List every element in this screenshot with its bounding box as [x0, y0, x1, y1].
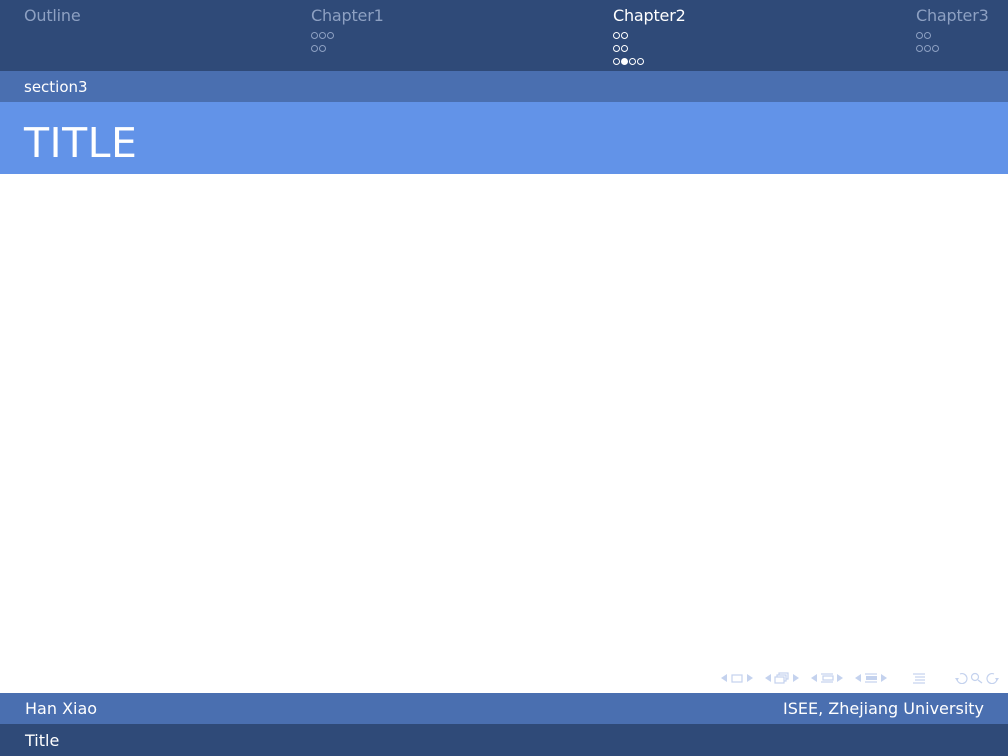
redo-icon[interactable]: [986, 672, 1000, 684]
slide-content: [0, 174, 1008, 667]
frame-dot[interactable]: [311, 32, 318, 39]
document-nav-icon: [913, 673, 925, 684]
frame-dot[interactable]: [924, 45, 931, 52]
headline-navigation: Outline Chapter1 Chapter2 Chapter3: [0, 0, 1008, 71]
undo-icon[interactable]: [954, 672, 968, 684]
frame-dot[interactable]: [916, 32, 923, 39]
subsection-dots: [613, 29, 686, 68]
search-icon[interactable]: [970, 672, 984, 684]
search-nav[interactable]: [954, 672, 1000, 684]
subsection-dot-row: [916, 42, 989, 55]
frame-title: TITLE: [24, 119, 138, 167]
frame-nav-icon: [774, 672, 789, 684]
nav-section-chapter3[interactable]: Chapter3: [916, 7, 989, 55]
subsection-dot-row: [916, 29, 989, 42]
footer-author-bar: Han Xiao ISEE, Zhejiang University: [0, 693, 1008, 724]
subsection-dots: [916, 29, 989, 55]
subsection-dot-row: [613, 29, 686, 42]
slide-nav-icon: [731, 674, 743, 683]
slide-nav[interactable]: [720, 673, 754, 683]
frame-dot[interactable]: [613, 58, 620, 65]
document-nav[interactable]: [912, 672, 926, 684]
nav-section-chapter1[interactable]: Chapter1: [311, 7, 384, 55]
arrow-right-icon[interactable]: [880, 673, 888, 683]
subsection-nav-icon: [821, 673, 834, 683]
subsection-dot-row: [613, 55, 686, 68]
nav-section-title[interactable]: Chapter3: [916, 7, 989, 25]
subsection-nav[interactable]: [810, 672, 844, 684]
arrow-right-icon[interactable]: [792, 673, 800, 683]
nav-section-outline[interactable]: Outline: [24, 7, 81, 25]
navigation-symbols: [714, 668, 1000, 688]
frame-dot[interactable]: [319, 45, 326, 52]
frame-dot[interactable]: [311, 45, 318, 52]
frame-dot[interactable]: [319, 32, 326, 39]
arrow-left-icon[interactable]: [720, 673, 728, 683]
frame-dot[interactable]: [916, 45, 923, 52]
frame-dot[interactable]: [327, 32, 334, 39]
subsection-bar: section3: [0, 71, 1008, 102]
frame-nav[interactable]: [764, 672, 800, 684]
frame-dot[interactable]: [629, 58, 636, 65]
frame-dot[interactable]: [621, 32, 628, 39]
arrow-left-icon[interactable]: [764, 673, 772, 683]
frame-dot[interactable]: [637, 58, 644, 65]
frame-dot[interactable]: [932, 45, 939, 52]
footer-author: Han Xiao: [25, 699, 98, 718]
section-nav[interactable]: [854, 672, 888, 684]
current-frame-dot[interactable]: [621, 58, 628, 65]
frame-title-bar: TITLE: [0, 102, 1008, 174]
frame-dot[interactable]: [613, 32, 620, 39]
subsection-dots: [311, 29, 384, 55]
subsection-dot-row: [311, 29, 384, 42]
arrow-right-icon[interactable]: [746, 673, 754, 683]
arrow-right-icon[interactable]: [836, 673, 844, 683]
subsection-title: section3: [24, 78, 88, 96]
frame-dot[interactable]: [613, 45, 620, 52]
footer-institute: ISEE, Zhejiang University: [783, 699, 984, 718]
arrow-left-icon[interactable]: [854, 673, 862, 683]
arrow-left-icon[interactable]: [810, 673, 818, 683]
subsection-dot-row: [311, 42, 384, 55]
nav-section-title[interactable]: Outline: [24, 7, 81, 25]
nav-section-title[interactable]: Chapter2: [613, 7, 686, 25]
subsection-dot-row: [613, 42, 686, 55]
footer-short-title: Title: [25, 731, 60, 750]
section-nav-icon: [865, 673, 877, 683]
frame-dot[interactable]: [621, 45, 628, 52]
frame-dot[interactable]: [924, 32, 931, 39]
nav-section-title[interactable]: Chapter1: [311, 7, 384, 25]
footer-title-bar: Title: [0, 724, 1008, 756]
nav-section-chapter2[interactable]: Chapter2: [613, 7, 686, 68]
